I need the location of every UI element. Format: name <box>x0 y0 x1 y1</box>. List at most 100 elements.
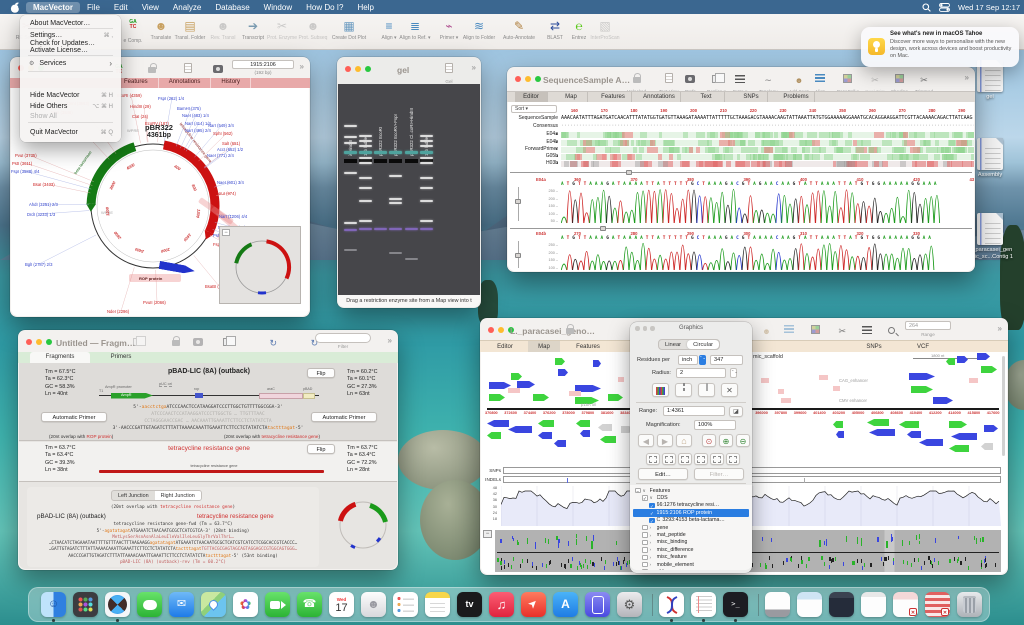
feature-arrow[interactable] <box>819 375 828 380</box>
feature-arrow[interactable] <box>538 432 552 439</box>
dock-contacts[interactable]: ☻ <box>361 592 386 617</box>
disclosure-mat-peptide[interactable]: › <box>650 533 655 538</box>
row-label-e04b[interactable]: E04b <box>510 139 558 145</box>
toolbar-overflow-icon[interactable]: » <box>472 63 476 72</box>
feature-arrow[interactable] <box>593 360 601 367</box>
checkbox-mobile-element[interactable] <box>642 562 648 568</box>
residues-value-field[interactable]: 347 <box>710 355 743 365</box>
feature-tree-row-misc-difference[interactable]: ›misc_difference <box>633 546 749 553</box>
palette-mini-tool-5[interactable] <box>710 453 724 465</box>
feature-tree-row-misc-binding[interactable]: ›misc_binding <box>633 539 749 546</box>
menu-item-about-macvector[interactable]: About MacVector… <box>25 19 116 28</box>
feature-arrow[interactable] <box>919 439 943 446</box>
menubar-item-view[interactable]: View <box>135 2 166 13</box>
dock-notes[interactable] <box>425 592 450 617</box>
disclosure-misc-feature[interactable]: › <box>650 555 655 560</box>
dock-min-terminal[interactable] <box>829 592 854 617</box>
toolbar-interproscan[interactable]: ▧InterProScan <box>578 17 632 41</box>
feature-arrow[interactable] <box>558 369 568 376</box>
horizontal-pan-slider[interactable] <box>510 228 972 229</box>
feature-arrow[interactable] <box>778 389 784 394</box>
menubar-item-edit[interactable]: Edit <box>107 2 135 13</box>
back-button[interactable]: ◀ <box>638 434 654 447</box>
feature-arrow[interactable] <box>598 424 612 431</box>
range-menu-button[interactable]: ◪ <box>729 406 743 417</box>
feature-arrow[interactable] <box>538 420 554 427</box>
slider-handle[interactable] <box>600 226 606 231</box>
checkbox-misc-difference[interactable] <box>642 547 648 553</box>
dock-terminal[interactable]: >_ <box>723 592 748 617</box>
feature-arrow[interactable] <box>977 353 990 360</box>
row-label-e04a[interactable]: E04a <box>510 131 558 137</box>
menubar-item-window[interactable]: Window <box>257 2 299 13</box>
feature-arrow[interactable] <box>508 388 520 393</box>
close-button[interactable] <box>515 76 521 82</box>
zoom-in-button[interactable]: ⊕ <box>719 434 733 447</box>
minimize-button[interactable] <box>355 66 361 72</box>
junction-segment[interactable]: Left JunctionRight Junction <box>111 490 202 501</box>
collapse-overview-button[interactable]: − <box>222 229 230 236</box>
feature-arrow[interactable] <box>981 366 997 373</box>
dock-iphone-mirroring[interactable] <box>585 592 610 617</box>
junction-tab-left-junction[interactable]: Left Junction <box>112 491 155 500</box>
checkbox-gene[interactable] <box>642 525 648 531</box>
menu-item-hide-others[interactable]: Hide Others⌥ ⌘ H <box>25 102 116 111</box>
row-label-g05b[interactable]: G05b <box>510 153 558 159</box>
plasmid-tab-annotations[interactable]: Annotations <box>159 78 212 88</box>
gel-tool[interactable]: Gel <box>445 60 453 84</box>
notification-banner[interactable]: See what's new in macOS Tahoe Discover m… <box>861 27 1019 67</box>
feature-tree-row-gene[interactable]: ›gene <box>633 524 749 531</box>
feature-arrow[interactable] <box>911 386 933 393</box>
checkbox-3293-4153-beta-lactama[interactable]: ✓ <box>649 518 655 524</box>
menu-item-services[interactable]: ⚙Services› <box>25 59 116 68</box>
feature-arrow[interactable] <box>576 420 590 427</box>
checkbox-features[interactable]: − <box>635 488 641 494</box>
apple-menu[interactable] <box>0 1 26 13</box>
dock-textedit[interactable] <box>691 592 716 617</box>
flip-button[interactable]: Flip <box>307 368 335 378</box>
palette-mini-tool-1[interactable] <box>646 453 660 465</box>
feature-arrow[interactable] <box>487 420 509 427</box>
edit-button[interactable]: Edit… <box>638 468 688 480</box>
toolbar-overflow-icon[interactable]: » <box>388 336 392 345</box>
dock-min-macvector-doc[interactable]: ✕ <box>893 592 918 617</box>
menu-item-hide-macvector[interactable]: Hide MacVector⌘ H <box>25 91 116 100</box>
fragment-designer-window[interactable]: Untitled — Fragm… GibsonUnlockedPrefsRep… <box>18 330 398 570</box>
dock-finder[interactable]: ☺ <box>41 592 66 617</box>
horizontal-pan-slider[interactable] <box>510 172 972 173</box>
minimize-button[interactable] <box>36 339 42 345</box>
tools-button[interactable]: ✕ <box>721 383 738 397</box>
feature-arrow[interactable] <box>781 398 791 403</box>
dock-calendar[interactable]: Wed17 <box>329 592 354 617</box>
feature-arrow[interactable] <box>489 394 505 401</box>
close-button[interactable] <box>26 339 32 345</box>
dock-trash[interactable] <box>957 592 982 617</box>
menubar-item-how-do-i[interactable]: How Do I? <box>299 2 350 13</box>
collapse-overview-button[interactable]: − <box>483 530 492 538</box>
residues-unit-select[interactable]: inch <box>678 355 698 365</box>
feature-tree-row-mobile-element[interactable]: ›mobile_element <box>633 561 749 568</box>
selection-range-field[interactable]: 1915:2106 <box>232 60 294 69</box>
zoom-button[interactable] <box>365 66 371 72</box>
feature-arrow[interactable] <box>836 431 844 438</box>
dock-photos[interactable]: ✿ <box>233 592 258 617</box>
row-label-consensus[interactable]: Consensus <box>510 123 558 129</box>
toolbar-overflow-icon[interactable]: » <box>998 324 1002 333</box>
dock-min-red[interactable]: ✕ <box>925 592 950 617</box>
gel-window[interactable]: gel Gel » λ HindIII1kb ladderpBR322 EcoR… <box>337 57 481 308</box>
feature-arrow[interactable] <box>533 394 549 401</box>
feature-tree-row-1915-2106-rop-protein[interactable]: ✓1915:2106 ROP protein <box>633 509 749 516</box>
menubar-item-help[interactable]: Help <box>350 2 380 13</box>
graphics-palette[interactable]: Graphics Linear Circular Residues per in… <box>630 322 752 573</box>
menubar-item-database[interactable]: Database <box>208 2 256 13</box>
automatic-primer-button-left[interactable]: Automatic Primer <box>41 412 107 422</box>
checkbox-1915-2106-rop-protein[interactable]: ✓ <box>649 510 655 516</box>
disclosure-features[interactable]: ∨ <box>643 488 648 494</box>
menubar-item-macvector[interactable]: MacVector <box>26 2 80 13</box>
feature-arrow[interactable] <box>600 436 616 443</box>
feature-arrow[interactable] <box>946 358 955 365</box>
dock-appstore[interactable]: A <box>553 592 578 617</box>
margins-button[interactable] <box>698 383 715 397</box>
segment-linear[interactable]: Linear <box>659 340 687 349</box>
checkbox-cds[interactable]: ✓ <box>642 495 648 501</box>
